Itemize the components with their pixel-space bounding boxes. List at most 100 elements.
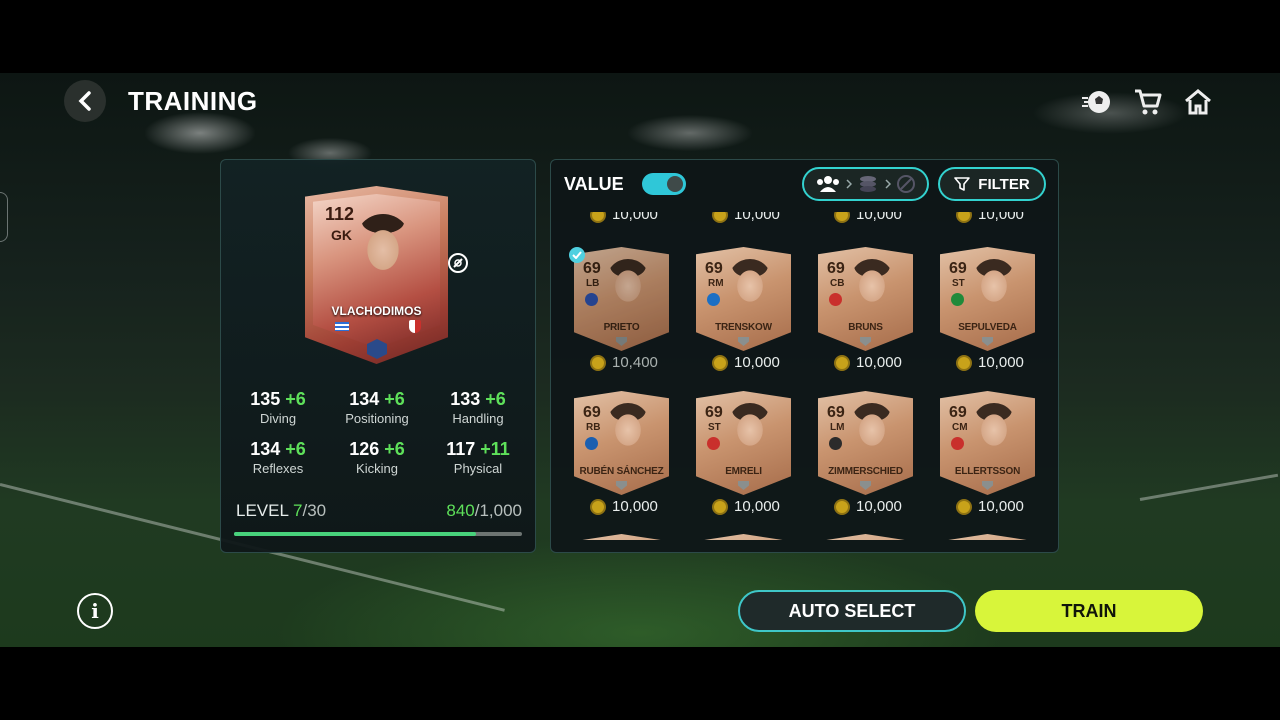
store-button[interactable] [1132,86,1164,118]
club-badge-icon [951,293,964,306]
value-toggle[interactable] [642,173,686,195]
card-position: LB [586,278,600,289]
player-card-item[interactable]: 69 RB RUBÉN SÁNCHEZ [574,391,669,495]
card-name: BRUNS [848,322,883,333]
stat-value: 126 +6 [332,439,422,460]
side-tab[interactable] [0,192,8,242]
card-name: TRENSKOW [715,322,772,333]
card-name: ELLERTSSON [954,466,1021,477]
stat-boost: +6 [384,389,405,409]
player-photo [850,259,894,319]
xp-progress-bar [234,532,522,536]
player-card-item[interactable]: 69 RM TRENSKOW [696,247,791,351]
xp-max: /1,000 [474,501,522,520]
coin-icon [590,498,606,515]
card-position: CB [830,278,845,289]
info-button[interactable]: i [77,593,113,629]
card-name: EMRELI [725,466,762,477]
player-card-item[interactable]: 69 CB BRUNS [818,247,913,351]
price-text: 10,000 [734,212,780,223]
shield-icon [982,481,993,490]
club-badge-icon [829,293,842,306]
player-card-partial[interactable] [696,534,791,540]
price-text: 10,000 [978,212,1024,223]
player-photo [606,403,650,463]
card-price: 10,000 [956,498,1024,515]
level-max: /30 [302,501,327,520]
player-card-partial[interactable] [818,534,913,540]
pitch-line [1139,473,1279,501]
auto-select-button[interactable]: AUTO SELECT [738,590,966,632]
stat-value: 134 +6 [233,439,323,460]
card-name: PRIETO [603,322,640,333]
player-card-item[interactable]: 69 LB PRIETO [574,247,669,351]
price-text: 10,000 [734,354,780,371]
card-price: 10,000 [712,354,780,371]
people-icon [816,176,839,192]
train-button[interactable]: TRAIN [975,590,1203,632]
shield-icon [738,481,749,490]
card-price: 10,000 [712,498,780,515]
home-button[interactable] [1182,86,1214,118]
price-text: 10,000 [978,498,1024,515]
stat-value: 134 +6 [332,389,422,410]
selected-check-icon [569,247,585,263]
card-price-partial: 10,000 [590,212,658,223]
flag-icon [335,322,349,331]
coin-icon [712,498,728,515]
cart-icon [1135,89,1162,115]
price-text: 10,000 [612,212,658,223]
shield-icon [616,481,627,490]
shield-icon [982,337,993,346]
player-photo [606,259,650,319]
price-text: 10,000 [856,212,902,223]
stat-label: Positioning [345,411,409,426]
club-badge-icon [707,293,720,306]
card-position: CM [952,422,968,433]
player-card[interactable]: 112 GK VLACHODIMOS [305,186,448,364]
stat-boost: +6 [285,389,306,409]
card-rating: 69 [827,260,845,277]
filter-icon [954,177,971,191]
card-price-partial: 10,000 [956,212,1024,223]
player-photo [728,403,772,463]
back-button[interactable] [64,80,106,122]
player-photo [728,259,772,319]
stat-label: Reflexes [252,461,304,476]
stat-boost: +11 [480,439,510,459]
stat-value: 135 +6 [233,389,323,410]
player-photo [972,403,1016,463]
coins-icon [860,176,877,192]
card-rating: 69 [583,260,601,277]
player-card-item[interactable]: 69 LM ZIMMERSCHIED [818,391,913,495]
xp-current: 840 [446,501,475,520]
stat-label: Diving [259,411,297,426]
card-rating: 69 [949,404,967,421]
player-card-partial[interactable] [574,534,669,540]
toggle-knob [667,176,683,192]
player-card-partial[interactable] [940,534,1035,540]
card-price: 10,400 [590,354,658,371]
back-chevron-icon [78,91,91,111]
card-price: 10,000 [834,498,902,515]
card-price: 10,000 [956,354,1024,371]
player-position: GK [331,227,352,243]
price-text: 10,000 [734,498,780,515]
club-badge-icon [707,437,720,450]
card-rating: 69 [705,404,723,421]
coin-icon [956,212,972,223]
club-badge-icon [951,437,964,450]
player-card-item[interactable]: 69 CM ELLERTSSON [940,391,1035,495]
ball-button[interactable] [1080,86,1112,118]
coin-icon [590,354,606,371]
filter-button[interactable]: FILTER [938,167,1046,201]
player-card-item[interactable]: 69 ST EMRELI [696,391,791,495]
player-card-item[interactable]: 69 ST SEPULVEDA [940,247,1035,351]
card-position: RB [586,422,601,433]
untradeable-icon [448,253,468,273]
card-position: LM [830,422,845,433]
sort-pill[interactable] [802,167,929,201]
chevron-right-icon [885,179,891,189]
card-price: 10,000 [834,354,902,371]
chevron-right-icon [846,179,853,189]
